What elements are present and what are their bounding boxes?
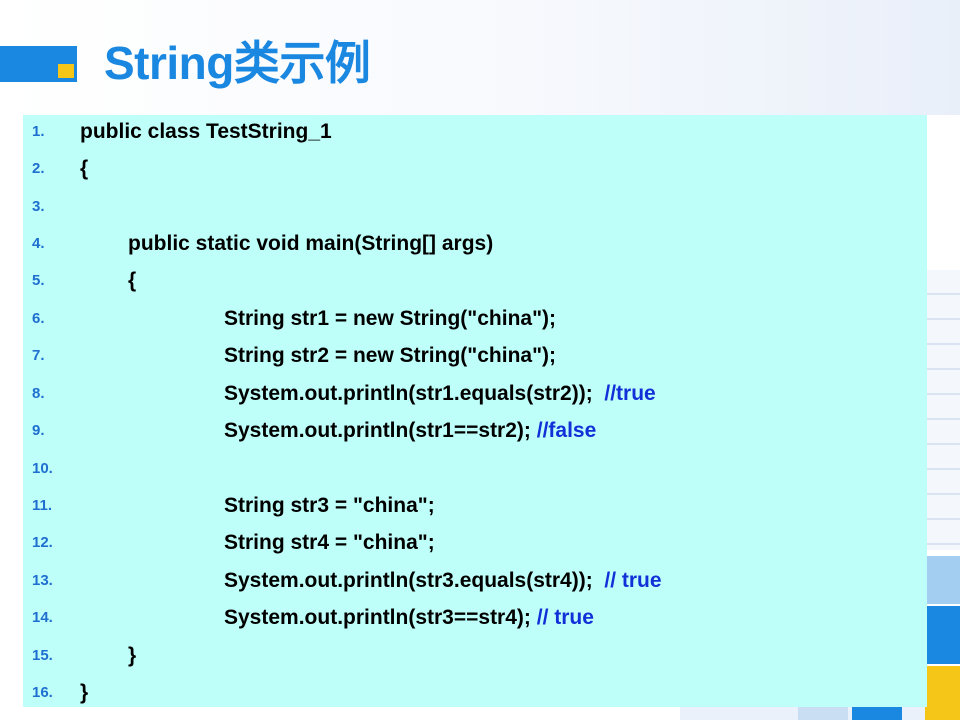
code-statement: String str4 = "china"; <box>224 531 435 554</box>
code-statement: String str1 = new String("china"); <box>224 307 557 330</box>
code-line: 9. System.out.println(str1==str2); //fal… <box>23 417 927 454</box>
code-line: 3. <box>23 193 927 230</box>
code-text: String str3 = "china"; <box>224 492 435 520</box>
code-line: 7. String str2 = new String("china"); <box>23 342 927 379</box>
line-number: 11. <box>32 497 53 514</box>
code-line: 13. System.out.println(str3.equals(str4)… <box>23 567 927 604</box>
line-number: 1. <box>32 123 45 140</box>
code-text: System.out.println(str3.equals(str4)); /… <box>224 567 662 595</box>
code-comment: // true <box>604 569 662 592</box>
code-line: 2. { <box>23 155 927 192</box>
code-listing: 1. public class TestString_1 2. { 3. 4. … <box>23 115 927 707</box>
code-line: 8. System.out.println(str1.equals(str2))… <box>23 380 927 417</box>
code-statement: String str3 = "china"; <box>224 494 435 517</box>
code-line: 4. public static void main(String[] args… <box>23 230 927 267</box>
decorative-tile-blue <box>925 606 960 664</box>
line-number: 7. <box>32 347 45 364</box>
code-statement: System.out.println(str1.equals(str2)); <box>224 382 605 405</box>
code-statement: { <box>128 269 137 292</box>
code-statement: System.out.println(str3.equals(str4)); <box>224 569 605 592</box>
line-number: 15. <box>32 647 53 664</box>
code-statement: } <box>128 644 137 667</box>
code-line: 16. } <box>23 679 927 716</box>
decorative-grid <box>925 270 960 550</box>
code-line: 12. String str4 = "china"; <box>23 529 927 566</box>
decorative-tile-yellow <box>925 666 960 720</box>
code-statement: } <box>80 681 89 704</box>
code-text: { <box>128 267 136 295</box>
title-accent-square <box>58 64 74 78</box>
code-statement: public class TestString_1 <box>80 120 332 143</box>
line-number: 5. <box>32 272 45 289</box>
line-number: 3. <box>32 198 45 215</box>
code-text: public class TestString_1 <box>80 118 332 146</box>
code-text: } <box>80 679 88 707</box>
line-number: 16. <box>32 684 53 701</box>
code-text: String str4 = "china"; <box>224 529 435 557</box>
code-line: 11. String str3 = "china"; <box>23 492 927 529</box>
line-number: 13. <box>32 572 53 589</box>
code-line: 10. <box>23 455 927 492</box>
code-statement: System.out.println(str1==str2); <box>224 419 537 442</box>
line-number: 6. <box>32 310 45 327</box>
code-text: System.out.println(str1==str2); //false <box>224 417 596 445</box>
code-text: String str2 = new String("china"); <box>224 342 556 370</box>
code-text: public static void main(String[] args) <box>128 230 493 258</box>
line-number: 4. <box>32 235 45 252</box>
code-statement: { <box>80 157 89 180</box>
code-text: { <box>80 155 88 183</box>
slide-title: String类示例 <box>104 37 371 89</box>
code-statement: System.out.println(str3==str4); <box>224 606 537 629</box>
code-comment: //true <box>604 382 656 405</box>
code-line: 15. } <box>23 642 927 679</box>
code-text: String str1 = new String("china"); <box>224 305 556 333</box>
line-number: 12. <box>32 534 53 551</box>
code-line: 14. System.out.println(str3==str4); // t… <box>23 604 927 641</box>
code-line: 5. { <box>23 267 927 304</box>
code-comment: // true <box>536 606 594 629</box>
line-number: 2. <box>32 160 45 177</box>
line-number: 9. <box>32 422 45 439</box>
code-statement: public static void main(String[] args) <box>128 232 494 255</box>
code-text: System.out.println(str1.equals(str2)); /… <box>224 380 656 408</box>
line-number: 14. <box>32 609 53 626</box>
code-statement: String str2 = new String("china"); <box>224 344 557 367</box>
code-line: 1. public class TestString_1 <box>23 118 927 155</box>
code-text: } <box>128 642 136 670</box>
line-number: 8. <box>32 385 45 402</box>
code-comment: //false <box>536 419 597 442</box>
decorative-tile-light-blue <box>925 556 960 604</box>
code-text: System.out.println(str3==str4); // true <box>224 604 594 632</box>
line-number: 10. <box>32 460 53 477</box>
code-line: 6. String str1 = new String("china"); <box>23 305 927 342</box>
